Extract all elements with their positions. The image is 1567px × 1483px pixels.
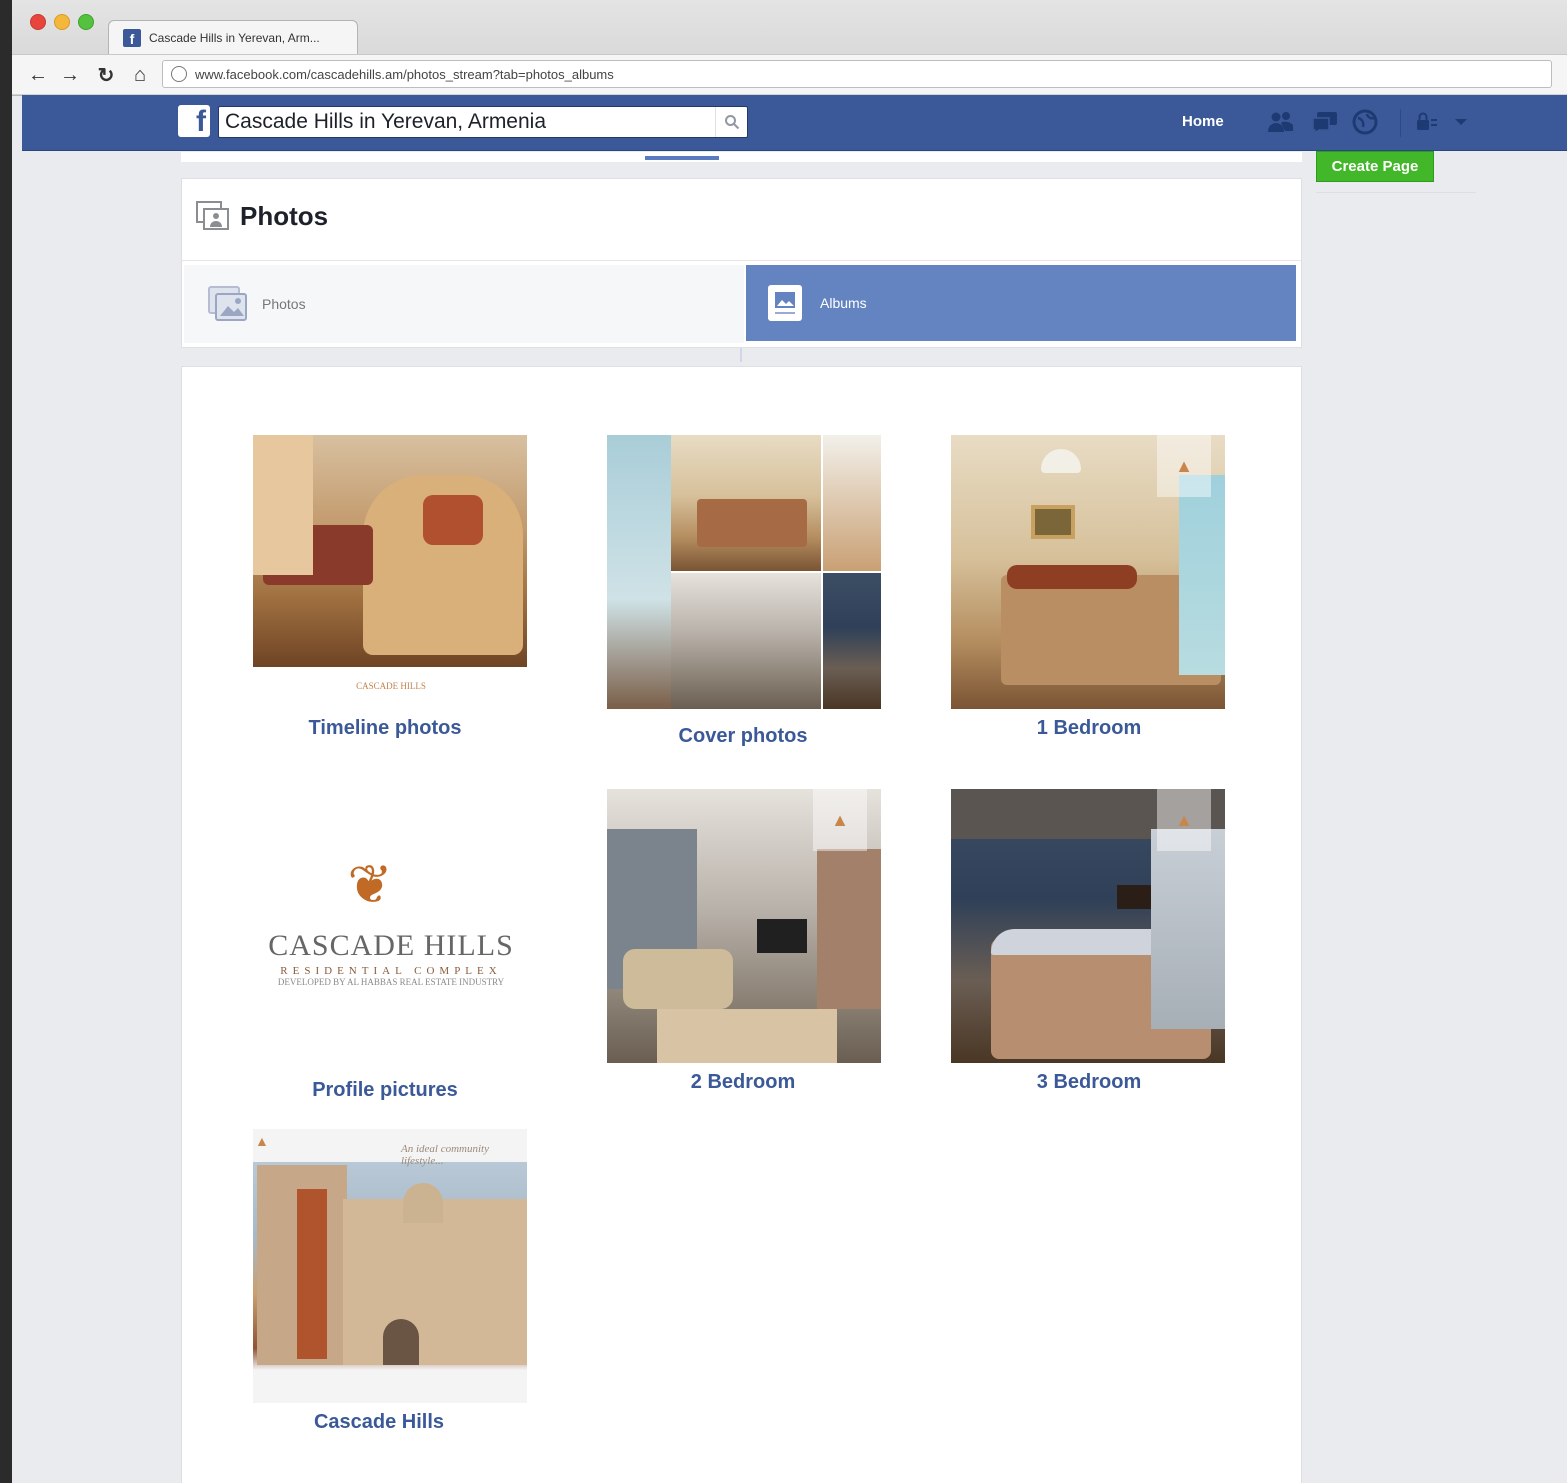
profile-logo-subtitle: RESIDENTIAL COMPLEX — [280, 965, 502, 977]
facebook-search[interactable]: Cascade Hills in Yerevan, Armenia — [218, 106, 748, 138]
album-profile-pictures[interactable]: ❦ CASCADE HILLS RESIDENTIAL COMPLEX DEVE… — [253, 789, 529, 1109]
profile-logo-title: CASCADE HILLS — [268, 929, 514, 962]
search-input[interactable]: Cascade Hills in Yerevan, Armenia — [225, 110, 715, 134]
address-bar[interactable]: www.facebook.com/cascadehills.am/photos_… — [162, 60, 1552, 88]
facebook-top-bar: f Cascade Hills in Yerevan, Armenia Home — [22, 95, 1567, 151]
album-title-cascade-hills[interactable]: Cascade Hills — [241, 1411, 517, 1434]
album-title-cover-photos[interactable]: Cover photos — [605, 725, 881, 748]
album-cover-photos[interactable]: Cover photos — [607, 435, 883, 755]
facebook-logo-icon[interactable]: f — [178, 105, 210, 137]
photos-heading-row: Photos — [182, 179, 1301, 261]
friends-icon[interactable] — [1266, 108, 1296, 136]
album-tagline: An ideal community lifestyle... — [401, 1143, 489, 1167]
forward-arrow-icon[interactable]: → — [58, 63, 82, 87]
account-caret-icon[interactable] — [1446, 108, 1476, 136]
photos-icon — [196, 201, 230, 231]
facebook-favicon-icon: f — [123, 28, 141, 47]
search-icon[interactable] — [715, 107, 747, 137]
album-thumbnail[interactable]: ▲ — [951, 789, 1225, 1063]
segment-divider — [740, 348, 742, 362]
tab-photos[interactable]: Photos — [184, 265, 744, 343]
page-title: Photos — [240, 201, 329, 231]
zoom-window-button[interactable] — [78, 14, 94, 30]
home-icon[interactable]: ⌂ — [128, 63, 152, 87]
sidebar-divider — [1316, 192, 1476, 193]
albums-tab-icon — [768, 285, 802, 321]
tab-albums-label: Albums — [820, 295, 867, 311]
active-tab-indicator — [645, 156, 719, 160]
album-thumbnail[interactable] — [253, 435, 527, 667]
reload-icon[interactable]: ↻ — [94, 63, 118, 87]
browser-chrome: f Cascade Hills in Yerevan, Arm... ← → ↻… — [12, 0, 1567, 96]
album-thumbnail[interactable]: ▲ An ideal community lifestyle... — [253, 1129, 527, 1403]
browser-toolbar: ← → ↻ ⌂ www.facebook.com/cascadehills.am… — [12, 54, 1567, 94]
album-title-2-bedroom[interactable]: 2 Bedroom — [605, 1071, 881, 1094]
watermark-icon: ▲ — [255, 1133, 269, 1149]
album-thumbnail[interactable]: ❦ CASCADE HILLS RESIDENTIAL COMPLEX DEVE… — [253, 789, 527, 1063]
browser-tab-title: Cascade Hills in Yerevan, Arm... — [149, 30, 320, 45]
albums-grid: CASCADE HILLS Timeline photos Cover phot… — [181, 366, 1302, 1483]
profile-logo-note: DEVELOPED BY AL HABBAS REAL ESTATE INDUS… — [277, 977, 505, 987]
photos-header-card: Photos Photos Albums — [181, 178, 1302, 348]
album-timeline-photos[interactable]: CASCADE HILLS Timeline photos — [253, 435, 529, 755]
privacy-lock-icon[interactable] — [1412, 108, 1442, 136]
album-title-timeline-photos[interactable]: Timeline photos — [247, 717, 523, 740]
album-title-1-bedroom[interactable]: 1 Bedroom — [951, 717, 1227, 740]
watermark-icon: ▲ — [1157, 789, 1211, 851]
create-page-button[interactable]: Create Page — [1316, 151, 1434, 182]
home-link[interactable]: Home — [1182, 113, 1224, 130]
album-logo-caption: CASCADE HILLS — [356, 681, 426, 691]
album-2-bedroom[interactable]: ▲ 2 Bedroom — [607, 789, 883, 1109]
tab-albums[interactable]: Albums — [746, 265, 1296, 341]
browser-tab[interactable]: f Cascade Hills in Yerevan, Arm... — [108, 20, 358, 54]
minimize-window-button[interactable] — [54, 14, 70, 30]
page-info-icon[interactable] — [171, 66, 187, 82]
album-3-bedroom[interactable]: ▲ 3 Bedroom — [951, 789, 1227, 1109]
watermark-icon: ▲ — [1157, 435, 1211, 497]
album-title-profile-pictures[interactable]: Profile pictures — [247, 1079, 523, 1102]
album-1-bedroom[interactable]: ▲ 1 Bedroom — [951, 435, 1227, 755]
album-thumbnail[interactable]: ▲ — [607, 789, 881, 1063]
album-title-3-bedroom[interactable]: 3 Bedroom — [951, 1071, 1227, 1094]
messages-icon[interactable] — [1310, 108, 1340, 136]
album-cascade-hills[interactable]: ▲ An ideal community lifestyle... Cascad… — [253, 1129, 529, 1449]
photos-tab-icon — [208, 286, 248, 322]
album-thumbnail[interactable] — [607, 435, 881, 709]
notifications-globe-icon[interactable] — [1350, 108, 1380, 136]
watermark-icon: ▲ — [813, 789, 867, 851]
nav-divider — [1400, 109, 1401, 137]
page-nav-strip — [181, 152, 1302, 162]
back-arrow-icon[interactable]: ← — [26, 63, 50, 87]
close-window-button[interactable] — [30, 14, 46, 30]
cascade-hills-crest-icon: ❦ — [347, 855, 393, 915]
address-bar-url: www.facebook.com/cascadehills.am/photos_… — [195, 66, 614, 82]
tab-photos-label: Photos — [262, 296, 306, 312]
album-thumbnail[interactable]: ▲ — [951, 435, 1225, 709]
desktop-edge — [0, 0, 12, 1483]
